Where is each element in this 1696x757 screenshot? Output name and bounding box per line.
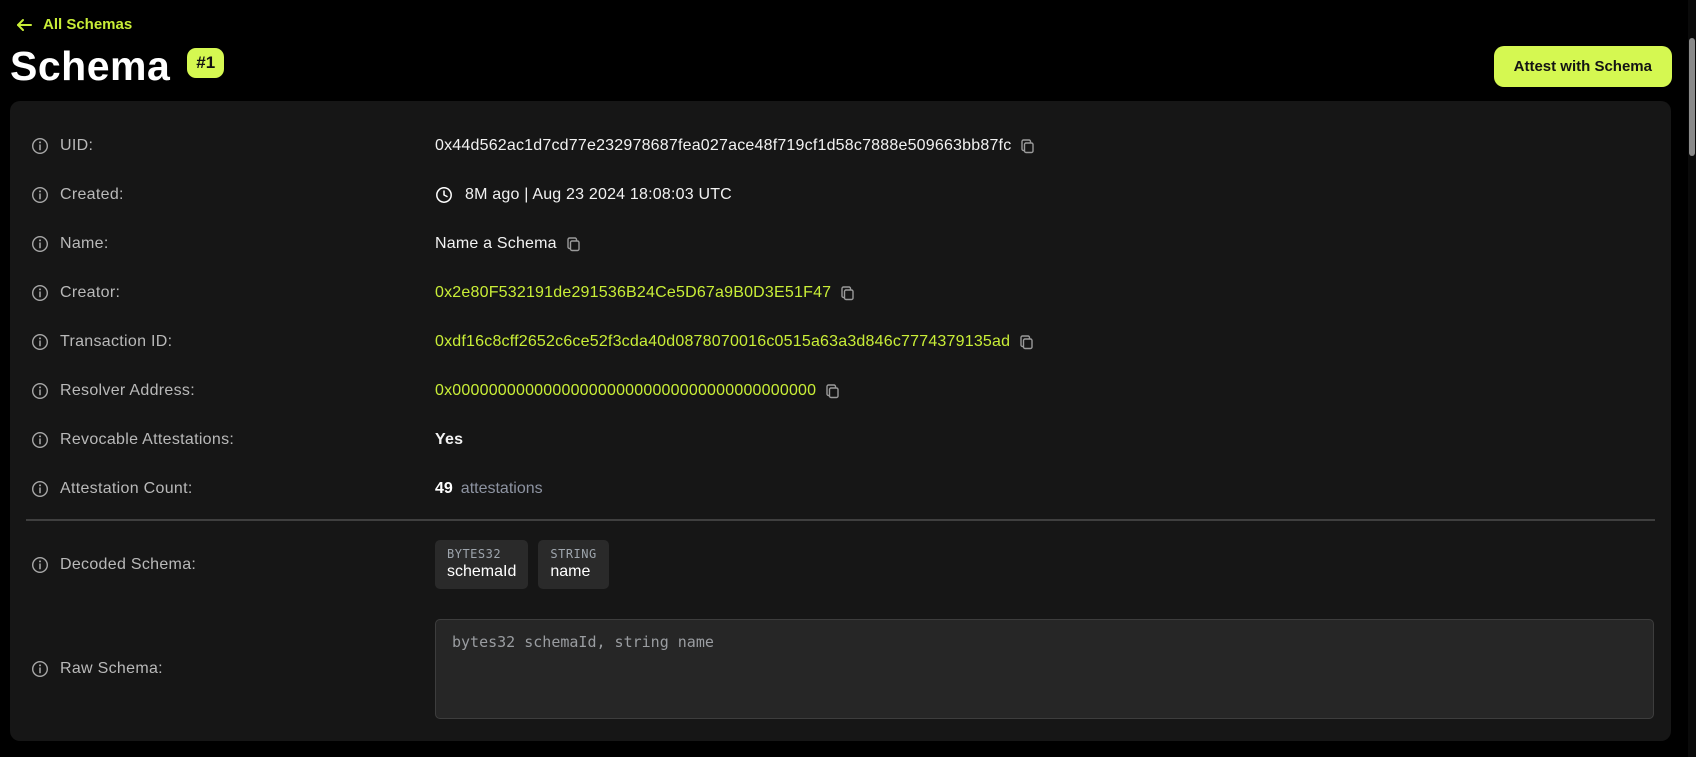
name-label: Name:	[60, 235, 109, 253]
detail-row-revocable: Revocable Attestations: Yes	[10, 416, 1671, 465]
info-icon	[31, 137, 49, 155]
info-icon	[31, 556, 49, 574]
section-divider	[26, 519, 1655, 521]
revocable-label: Revocable Attestations:	[60, 431, 234, 449]
created-value: 8M ago | Aug 23 2024 18:08:03 UTC	[465, 186, 732, 204]
detail-row-creator: Creator: 0x2e80F532191de291536B24Ce5D67a…	[10, 269, 1671, 318]
field-name: schemaId	[447, 563, 516, 581]
schema-details-panel: UID: 0x44d562ac1d7cd77e232978687fea027ac…	[10, 101, 1671, 741]
attest-with-schema-button[interactable]: Attest with Schema	[1494, 46, 1672, 87]
detail-row-raw-schema: Raw Schema: bytes32 schemaId, string nam…	[10, 619, 1671, 719]
field-type: BYTES32	[447, 547, 516, 561]
schema-field-chip: STRING name	[538, 540, 608, 589]
attestation-count-unit: attestations	[461, 480, 543, 498]
info-icon	[31, 382, 49, 400]
info-icon	[31, 480, 49, 498]
field-type: STRING	[550, 547, 596, 561]
copy-icon[interactable]	[839, 285, 856, 302]
info-icon	[31, 284, 49, 302]
decoded-schema-label: Decoded Schema:	[60, 556, 196, 574]
copy-icon[interactable]	[565, 236, 582, 253]
back-link-label: All Schemas	[43, 16, 132, 33]
clock-icon	[435, 186, 453, 204]
copy-icon[interactable]	[1018, 334, 1035, 351]
page-title: Schema	[10, 43, 170, 90]
scrollbar[interactable]	[1688, 0, 1696, 757]
copy-icon[interactable]	[824, 383, 841, 400]
info-icon	[31, 186, 49, 204]
info-icon	[31, 431, 49, 449]
detail-row-created: Created: 8M ago | Aug 23 2024 18:08:03 U…	[10, 171, 1671, 220]
page-header: All Schemas Schema #1 Attest with Schema	[0, 0, 1696, 90]
creator-label: Creator:	[60, 284, 120, 302]
scrollbar-thumb[interactable]	[1689, 38, 1695, 156]
attestation-count-label: Attestation Count:	[60, 480, 193, 498]
resolver-address-link[interactable]: 0x00000000000000000000000000000000000000…	[435, 382, 816, 400]
raw-schema-textarea[interactable]: bytes32 schemaId, string name	[435, 619, 1654, 719]
info-icon	[31, 235, 49, 253]
detail-row-decoded-schema: Decoded Schema: BYTES32 schemaId STRING …	[10, 523, 1671, 607]
created-label: Created:	[60, 186, 124, 204]
copy-icon[interactable]	[1019, 138, 1036, 155]
schema-field-chip: BYTES32 schemaId	[435, 540, 528, 589]
schema-number-badge: #1	[187, 48, 224, 78]
back-to-all-schemas-link[interactable]: All Schemas	[16, 16, 132, 33]
decoded-schema-fields: BYTES32 schemaId STRING name	[435, 540, 609, 589]
transaction-id-link[interactable]: 0xdf16c8cff2652c6ce52f3cda40d0878070016c…	[435, 333, 1010, 351]
detail-row-transaction-id: Transaction ID: 0xdf16c8cff2652c6ce52f3c…	[10, 318, 1671, 367]
uid-label: UID:	[60, 137, 93, 155]
resolver-address-label: Resolver Address:	[60, 382, 195, 400]
info-icon	[31, 333, 49, 351]
revocable-value: Yes	[435, 431, 463, 449]
creator-address-link[interactable]: 0x2e80F532191de291536B24Ce5D67a9B0D3E51F…	[435, 284, 831, 302]
field-name: name	[550, 563, 596, 581]
detail-row-uid: UID: 0x44d562ac1d7cd77e232978687fea027ac…	[10, 122, 1671, 171]
detail-row-name: Name: Name a Schema	[10, 220, 1671, 269]
info-icon	[31, 660, 49, 678]
schema-name-value: Name a Schema	[435, 235, 557, 253]
raw-schema-label: Raw Schema:	[60, 660, 163, 678]
transaction-id-label: Transaction ID:	[60, 333, 172, 351]
uid-value: 0x44d562ac1d7cd77e232978687fea027ace48f7…	[435, 137, 1011, 155]
arrow-left-icon	[16, 18, 33, 32]
detail-row-resolver-address: Resolver Address: 0x00000000000000000000…	[10, 367, 1671, 416]
detail-row-attestation-count: Attestation Count: 49 attestations	[10, 465, 1671, 514]
attestation-count-value: 49	[435, 480, 453, 498]
